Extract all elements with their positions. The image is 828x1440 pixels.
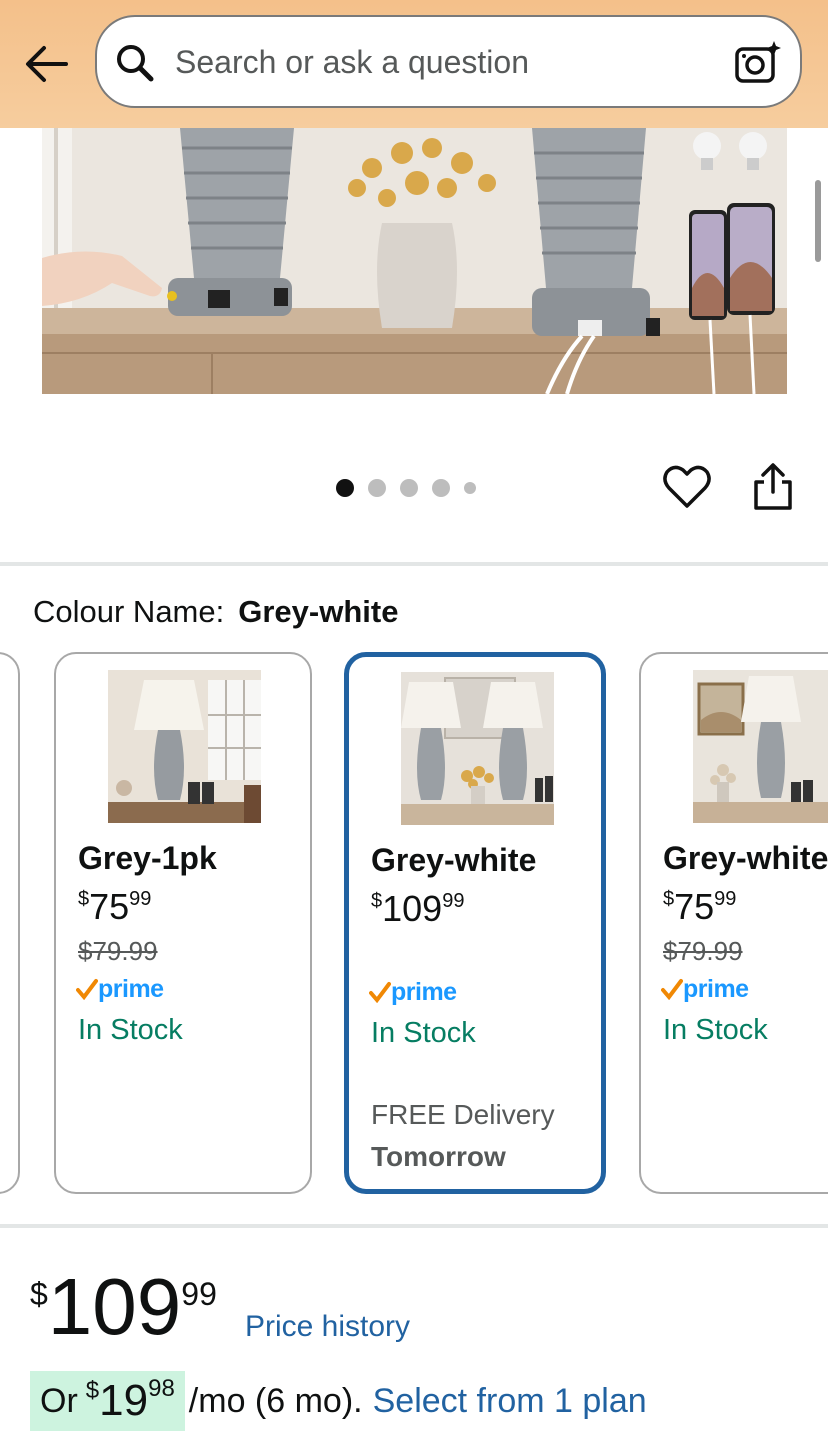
page-scrollbar[interactable] (815, 180, 821, 262)
delivery-day: Tomorrow (371, 1141, 506, 1172)
prime-check-icon (76, 979, 98, 1000)
price-whole: 75 (674, 886, 715, 927)
colour-name-value: Grey-white (238, 594, 399, 629)
colour-name-row: Colour Name: Grey-white (33, 594, 398, 630)
share-icon[interactable] (748, 462, 798, 512)
product-price: $10999 (30, 1264, 217, 1350)
gallery-dot[interactable] (400, 479, 418, 497)
swatch-thumbnail (693, 670, 828, 823)
prime-check-icon (369, 982, 391, 1003)
payment-plan-row: Or $19 98 /mo (6 mo). Select from 1 plan (30, 1371, 647, 1431)
colour-name-label: Colour Name: (33, 594, 225, 629)
swatch-name: Grey-1pk (78, 840, 217, 876)
gallery-dot[interactable] (464, 482, 476, 494)
swatch-card-grey-white[interactable]: Grey-white $7599 $79.99 prime In Stock (639, 652, 828, 1194)
plan-term: /mo (6 mo). (188, 1381, 363, 1420)
heart-icon[interactable] (662, 462, 712, 512)
prime-label: prime (98, 974, 164, 1003)
camera-search-icon[interactable] (733, 39, 783, 85)
price-whole: 75 (89, 886, 130, 927)
swatch-name: Grey-white (371, 842, 537, 878)
plan-fraction: 98 (148, 1375, 175, 1402)
price-currency: $ (663, 888, 675, 910)
plan-whole: 19 (99, 1376, 149, 1425)
prime-badge: prime (369, 977, 457, 1007)
swatch-price: $7599 (78, 886, 151, 928)
price-fraction: 99 (129, 888, 152, 910)
gallery-dot[interactable] (432, 479, 450, 497)
price-currency: $ (30, 1276, 48, 1312)
stock-status: In Stock (371, 1017, 476, 1049)
plan-currency: $ (85, 1377, 100, 1404)
section-divider (0, 1224, 828, 1228)
top-bar (0, 0, 828, 128)
swatch-thumbnail (401, 672, 554, 825)
back-arrow-icon[interactable] (22, 42, 70, 86)
plan-prefix: Or (40, 1381, 78, 1420)
gallery-dot[interactable] (368, 479, 386, 497)
prime-label: prime (683, 974, 749, 1003)
price-currency: $ (371, 890, 383, 912)
price-fraction: 99 (714, 888, 737, 910)
search-bar[interactable] (95, 15, 802, 108)
swatch-card-partial[interactable] (0, 652, 20, 1194)
prime-badge: prime (76, 974, 164, 1004)
price-currency: $ (78, 888, 90, 910)
price-whole: 109 (47, 1262, 182, 1351)
swatch-price: $10999 (371, 888, 464, 930)
gallery-dot-active[interactable] (336, 479, 354, 497)
swatch-name: Grey-white (663, 840, 828, 876)
search-icon (115, 43, 155, 83)
price-history-link[interactable]: Price history (245, 1310, 410, 1344)
swatch-card-grey-white-selected[interactable]: Grey-white $10999 prime In Stock FREE De… (344, 652, 606, 1194)
prime-label: prime (391, 977, 457, 1006)
prime-badge: prime (661, 974, 749, 1004)
monthly-price-highlight: Or $19 98 (30, 1371, 185, 1431)
image-pagination-dots (336, 478, 476, 498)
swatch-card-grey-1pk[interactable]: Grey-1pk $7599 $79.99 prime In Stock (54, 652, 312, 1194)
prime-check-icon (661, 979, 683, 1000)
swatch-thumbnail (108, 670, 261, 823)
section-divider (0, 562, 828, 566)
product-image[interactable] (42, 128, 787, 394)
search-input[interactable] (175, 39, 715, 85)
swatch-list-price: $79.99 (663, 936, 743, 966)
swatch-list-price: $79.99 (78, 936, 158, 966)
price-fraction: 99 (181, 1276, 217, 1312)
price-fraction: 99 (442, 890, 465, 912)
swatch-price: $7599 (663, 886, 736, 928)
stock-status: In Stock (663, 1014, 768, 1046)
delivery-info: FREE Delivery (371, 1099, 555, 1130)
stock-status: In Stock (78, 1014, 183, 1046)
select-plan-link[interactable]: Select from 1 plan (373, 1382, 647, 1421)
price-whole: 109 (382, 888, 443, 929)
